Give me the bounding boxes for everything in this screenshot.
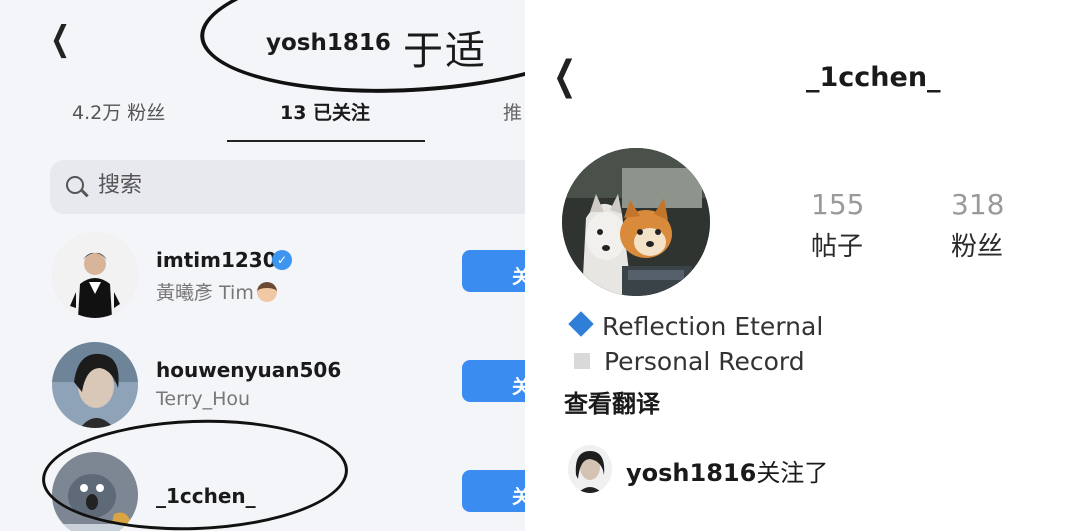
search-input[interactable] <box>98 173 398 198</box>
follower-avatar[interactable] <box>568 445 612 493</box>
verified-badge-icon: ✓ <box>272 250 292 270</box>
username-label: houwenyuan506 <box>156 358 342 382</box>
search-icon <box>66 176 84 194</box>
profile-screen: ❮ _1cchen_ 155 帖子 318 粉丝 Reflection Eter… <box>528 0 1080 531</box>
boy-face-emoji-icon <box>256 282 277 302</box>
username-label: imtim1230 <box>156 248 277 272</box>
fullname-text: 黃曦彥 Tim <box>156 282 254 304</box>
followers-count[interactable]: 318 <box>951 188 1004 221</box>
tab-followers[interactable]: 4.2万 粉丝 <box>72 98 165 125</box>
profile-picture[interactable] <box>562 148 710 296</box>
follow-button[interactable]: 关 <box>462 470 525 512</box>
back-chevron-icon[interactable]: ❮ <box>50 22 70 56</box>
annotation-oval-top <box>196 0 525 103</box>
tab-following[interactable]: 13 已关注 <box>280 98 370 125</box>
bio-text-1: Reflection Eternal <box>602 312 824 341</box>
list-item[interactable]: houwenyuan506 Terry_Hou 关 <box>0 342 525 432</box>
following-list-screen: ❮ yosh1816 于适 4.2万 粉丝 13 已关注 推 搜索 imtim1… <box>0 0 525 531</box>
avatar[interactable] <box>52 232 138 318</box>
followed-by-row[interactable]: yosh1816关注了 <box>568 445 1048 495</box>
follow-button[interactable]: 关 <box>462 250 525 292</box>
followed-suffix: 关注了 <box>756 459 829 487</box>
tab-recommended[interactable]: 推 <box>503 98 522 125</box>
bio-text-2: Personal Record <box>604 347 805 376</box>
bio-line-1: Reflection Eternal <box>568 311 824 341</box>
active-tab-underline <box>227 140 425 142</box>
screenshot-composite: ❮ yosh1816 于适 4.2万 粉丝 13 已关注 推 搜索 imtim1… <box>0 0 1080 531</box>
search-bar[interactable] <box>50 160 525 214</box>
follower-username[interactable]: yosh1816 <box>626 459 756 487</box>
follow-button[interactable]: 关 <box>462 360 525 402</box>
profile-username: _1cchen_ <box>806 62 941 93</box>
avatar[interactable] <box>52 342 138 428</box>
posts-count: 155 <box>811 188 865 221</box>
bio-line-2: Personal Record <box>568 347 805 376</box>
posts-label: 帖子 <box>811 232 864 262</box>
followers-label[interactable]: 粉丝 <box>951 226 1003 263</box>
fullname-label: 黃曦彥 Tim <box>156 278 277 305</box>
list-item[interactable]: imtim1230 黃曦彥 Tim 关 <box>0 232 525 322</box>
blue-diamond-icon <box>568 311 594 337</box>
see-translation-link[interactable]: 查看翻译 <box>564 384 660 419</box>
followed-by-text: yosh1816关注了 <box>626 453 828 488</box>
fullname-label: Terry_Hou <box>156 388 251 410</box>
white-square-icon <box>574 353 590 369</box>
back-chevron-icon[interactable]: ❮ <box>553 56 576 96</box>
